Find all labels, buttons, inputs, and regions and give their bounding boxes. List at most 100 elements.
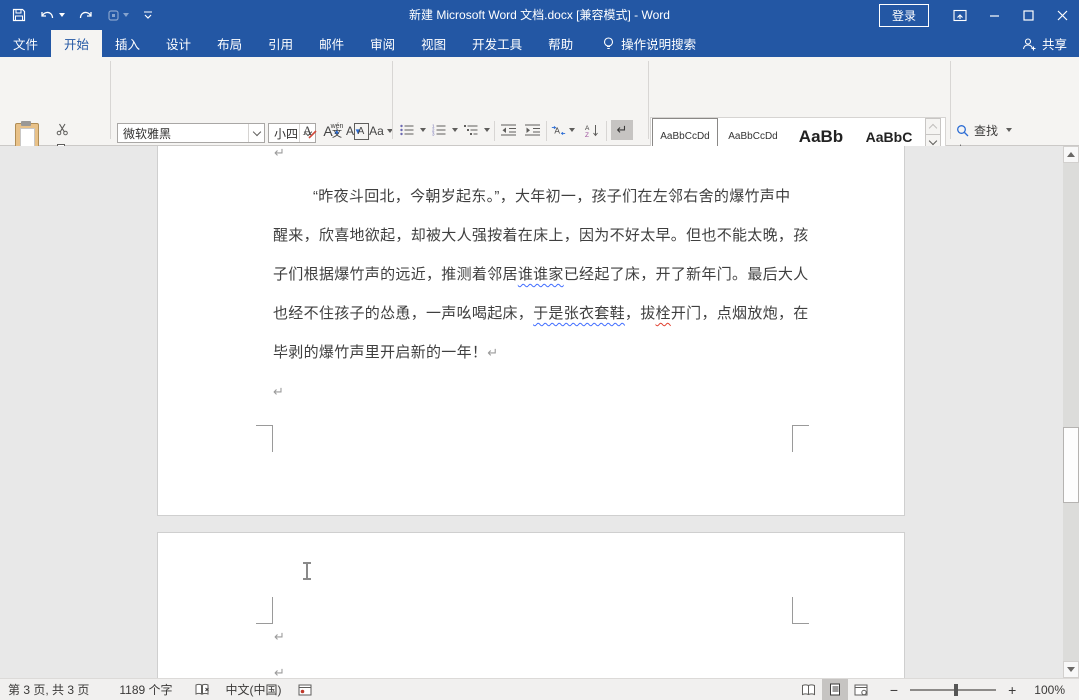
phonetic-guide-button[interactable]: wén 文 xyxy=(326,119,348,143)
multilevel-list-button[interactable] xyxy=(462,121,480,139)
paragraph-mark: ↵ xyxy=(274,665,285,678)
tab-developer[interactable]: 开发工具 xyxy=(459,30,535,57)
tab-home[interactable]: 开始 xyxy=(51,30,102,57)
document-page-1[interactable]: ↵ “昨夜斗回北，今朝岁起东。”，大年初一，孩子们在左邻右舍的爆竹声中醒来，欣喜… xyxy=(157,146,905,516)
read-mode-button[interactable] xyxy=(796,679,822,700)
title-bar-controls: 登录 xyxy=(879,0,1079,30)
doc-line: 也经不住孩子的怂恿，一声吆喝起床，于是张衣套鞋，拔栓开门，点烟放炮，在 xyxy=(273,294,803,333)
sort-button[interactable]: AZ xyxy=(582,121,602,139)
document-page-2[interactable]: ↵ ↵ xyxy=(157,532,905,678)
tab-mailings[interactable]: 邮件 xyxy=(306,30,357,57)
numbering-button[interactable]: 123 xyxy=(430,121,448,139)
doc-line: 子们根据爆竹声的远近，推测着邻居谁谁家已经起了床，开了新年门。最后大人 xyxy=(273,255,803,294)
text-boundary-mark-bottom-right xyxy=(792,425,809,452)
zoom-in-button[interactable]: + xyxy=(1004,679,1026,700)
scroll-up-icon[interactable] xyxy=(1063,146,1079,163)
text-boundary-mark-top-left xyxy=(256,597,273,624)
text-cursor xyxy=(306,563,308,579)
asian-layout-dropdown-icon[interactable] xyxy=(569,128,575,132)
bullets-dropdown-icon[interactable] xyxy=(416,121,426,139)
zoom-slider[interactable] xyxy=(910,689,996,691)
svg-text:A: A xyxy=(585,125,590,132)
doc-text: 已经起了床，开了新年门。最后大人 xyxy=(564,266,809,283)
maximize-button[interactable] xyxy=(1011,0,1045,30)
character-border-icon: A xyxy=(354,123,369,140)
macro-record-icon[interactable] xyxy=(290,679,320,700)
print-layout-button[interactable] xyxy=(822,679,848,700)
read-mode-icon xyxy=(801,684,816,696)
doc-line: 醒来，欣喜地欲起，却被大人强按着在床上，因为不好太早。但也不能太晚，孩 xyxy=(273,216,803,255)
web-layout-icon xyxy=(854,684,868,696)
share-button[interactable]: 共享 xyxy=(1022,30,1067,57)
lightbulb-icon xyxy=(602,36,615,51)
tell-me-search[interactable]: 操作说明搜索 xyxy=(592,30,706,57)
doc-text-flagged: 于是张衣套鞋 xyxy=(533,305,625,322)
word-window: 新建 Microsoft Word 文档.docx [兼容模式] - Word … xyxy=(0,0,1079,700)
style-preview: AaBbCcDd xyxy=(660,131,709,142)
change-case-button[interactable]: Aa xyxy=(368,121,394,141)
minimize-button[interactable] xyxy=(977,0,1011,30)
multilevel-list-dropdown-icon[interactable] xyxy=(480,121,490,139)
show-formatting-marks-button[interactable]: ↵ xyxy=(611,120,633,140)
language-indicator[interactable]: 中文(中国) xyxy=(218,679,290,700)
text-boundary-mark-bottom-left xyxy=(256,425,273,452)
tab-review[interactable]: 审阅 xyxy=(357,30,408,57)
scissors-icon xyxy=(56,123,69,136)
text-boundary-mark-top-right xyxy=(792,597,809,624)
page-indicator[interactable]: 第 3 页, 共 3 页 xyxy=(0,679,97,700)
doc-text: 子们根据爆竹声的远近，推测着邻居 xyxy=(273,266,518,283)
zoom-level[interactable]: 100% xyxy=(1026,679,1079,700)
share-label: 共享 xyxy=(1042,34,1067,53)
decrease-indent-button[interactable] xyxy=(498,121,518,139)
tab-help[interactable]: 帮助 xyxy=(535,30,586,57)
paragraph-block: “昨夜斗回北，今朝岁起东。”，大年初一，孩子们在左邻右舍的爆竹声中醒来，欣喜地欲… xyxy=(273,177,803,411)
cut-button[interactable] xyxy=(52,121,72,138)
word-count[interactable]: 1189 个字 xyxy=(111,679,180,700)
doc-text-flagged: 栓 xyxy=(656,305,671,322)
tab-file[interactable]: 文件 xyxy=(0,30,51,57)
scrollbar-thumb[interactable] xyxy=(1063,427,1079,503)
status-bar: 第 3 页, 共 3 页 1189 个字 中文(中国) − + 100% xyxy=(0,678,1079,700)
formatting-marks-icon: ↵ xyxy=(617,122,628,138)
zoom-slider-thumb[interactable] xyxy=(954,684,958,696)
tab-view[interactable]: 视图 xyxy=(408,30,459,57)
style-preview: AaBbCcDd xyxy=(728,131,777,142)
character-border-button[interactable]: A xyxy=(352,121,370,141)
styles-scroll-up-icon[interactable] xyxy=(925,118,941,135)
asian-layout-icon: A xyxy=(551,124,566,137)
vertical-scrollbar[interactable] xyxy=(1063,146,1079,678)
doc-text: 也经不住孩子的怂恿，一声吆喝起床， xyxy=(273,305,533,322)
tab-layout[interactable]: 布局 xyxy=(204,30,255,57)
font-name-combobox[interactable]: 微软雅黑 xyxy=(117,123,265,143)
doc-text-flagged: 谁谁家 xyxy=(518,266,564,283)
tell-me-label: 操作说明搜索 xyxy=(621,34,696,53)
scroll-down-icon[interactable] xyxy=(1063,661,1079,678)
print-layout-icon xyxy=(829,683,841,696)
font-name-dropdown-icon[interactable] xyxy=(248,124,264,142)
tab-references[interactable]: 引用 xyxy=(255,30,306,57)
paragraph-mark: ↵ xyxy=(487,345,498,360)
doc-line: 毕剥的爆竹声里开启新的一年！↵ xyxy=(273,333,803,372)
zoom-out-button[interactable]: − xyxy=(874,679,902,700)
asian-layout-button[interactable]: A xyxy=(551,121,575,139)
font-size-value: 小四 xyxy=(274,125,298,142)
clear-formatting-button[interactable]: A xyxy=(300,121,320,141)
sign-in-button[interactable]: 登录 xyxy=(879,4,929,27)
tab-insert[interactable]: 插入 xyxy=(102,30,153,57)
find-dropdown-icon[interactable] xyxy=(1006,128,1012,132)
ribbon-display-options-icon[interactable] xyxy=(943,0,977,30)
close-button[interactable] xyxy=(1045,0,1079,30)
doc-line: “昨夜斗回北，今朝岁起东。”，大年初一，孩子们在左邻右舍的爆竹声中 xyxy=(273,177,803,216)
find-button[interactable]: 查找 xyxy=(956,121,1012,139)
bullets-button[interactable] xyxy=(398,121,416,139)
search-icon xyxy=(956,124,969,137)
find-label: 查找 xyxy=(974,122,998,139)
proofing-status-icon[interactable] xyxy=(187,679,218,700)
tab-design[interactable]: 设计 xyxy=(153,30,204,57)
numbering-dropdown-icon[interactable] xyxy=(448,121,458,139)
doc-text: “昨夜斗回北，今朝岁起东。”，大年初一，孩子们在左邻右舍的爆竹声中 xyxy=(313,188,790,205)
web-layout-button[interactable] xyxy=(848,679,874,700)
change-case-icon: Aa xyxy=(369,124,384,138)
increase-indent-button[interactable] xyxy=(522,121,542,139)
doc-text: 开门，点烟放炮，在 xyxy=(671,305,809,322)
